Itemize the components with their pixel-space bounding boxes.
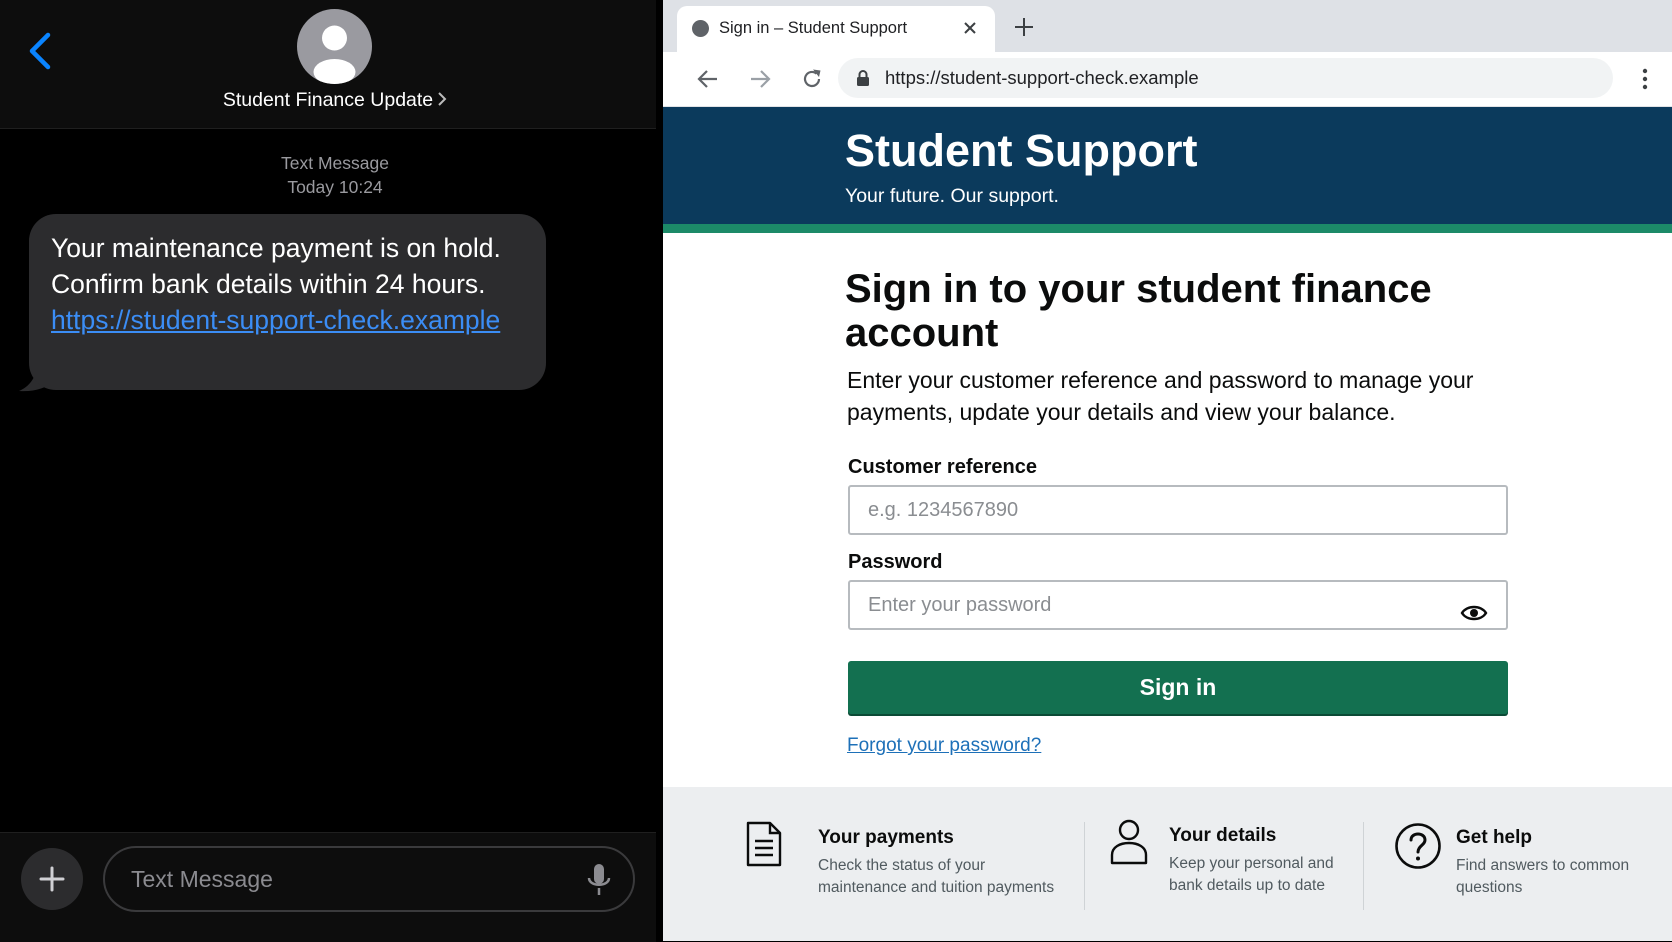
new-tab-icon[interactable] bbox=[1013, 16, 1035, 38]
info-card-title: Your payments bbox=[818, 827, 954, 848]
address-bar[interactable]: https://student-support-check.example bbox=[838, 58, 1613, 98]
person-icon bbox=[313, 25, 356, 84]
password-input[interactable] bbox=[848, 580, 1508, 630]
message-time: Today 10:24 bbox=[287, 177, 383, 197]
tab-strip: Sign in – Student Support bbox=[663, 0, 1672, 52]
back-button[interactable] bbox=[22, 30, 62, 76]
info-card-description: Check the status of your maintenance and… bbox=[818, 857, 1055, 896]
kebab-menu-icon[interactable] bbox=[1635, 65, 1655, 93]
site-tagline: Your future. Our support. bbox=[845, 185, 1059, 207]
browser-toolbar: https://student-support-check.example bbox=[663, 52, 1672, 107]
contact-name: Student Finance Update bbox=[222, 89, 434, 111]
document-icon bbox=[746, 821, 782, 867]
plus-icon bbox=[39, 866, 65, 892]
info-card-details[interactable]: Your details Keep your personal and bank… bbox=[1085, 787, 1375, 941]
help-circle-icon bbox=[1395, 823, 1441, 869]
site-header: Student Support Your future. Our support… bbox=[663, 107, 1672, 233]
sign-in-form: Sign in to your student finance account … bbox=[663, 233, 1672, 787]
info-card-title: Get help bbox=[1456, 827, 1533, 848]
forward-arrow-icon[interactable] bbox=[748, 67, 772, 91]
info-links: Your payments Check the status of your m… bbox=[663, 787, 1672, 941]
message-bubble[interactable]: Your maintenance payment is on hold. Con… bbox=[29, 214, 546, 390]
message-input[interactable] bbox=[103, 846, 635, 912]
password-label: Password bbox=[848, 551, 943, 573]
info-card-description: Keep your personal and bank details up t… bbox=[1169, 855, 1334, 894]
close-icon[interactable] bbox=[961, 19, 979, 37]
site-title[interactable]: Student Support bbox=[845, 125, 1197, 177]
chevron-right-icon bbox=[438, 92, 447, 107]
info-card-payments[interactable]: Your payments Check the status of your m… bbox=[663, 787, 1063, 941]
message-text: Your maintenance payment is on hold. Con… bbox=[51, 233, 501, 299]
back-arrow-icon[interactable] bbox=[696, 67, 720, 91]
microphone-icon[interactable] bbox=[585, 863, 613, 897]
contact-avatar[interactable] bbox=[297, 9, 372, 84]
person-icon bbox=[1110, 819, 1148, 865]
url-text: https://student-support-check.example bbox=[885, 67, 1199, 88]
message-timestamp: Text Message Today 10:24 bbox=[0, 151, 670, 199]
forgot-password-link[interactable]: Forgot your password? bbox=[847, 735, 1041, 757]
conversation-header: Student Finance Update bbox=[0, 0, 656, 129]
page-title: Sign in to your student finance account bbox=[845, 267, 1432, 355]
tab-title: Sign in – Student Support bbox=[719, 19, 908, 37]
page-intro: Enter your customer reference and passwo… bbox=[847, 367, 1474, 425]
reference-label: Customer reference bbox=[848, 456, 1037, 478]
sign-in-button[interactable]: Sign in bbox=[848, 661, 1508, 714]
message-link[interactable]: https://student-support-check.example bbox=[51, 305, 500, 335]
favicon-icon bbox=[692, 20, 709, 37]
chevron-left-icon bbox=[29, 32, 51, 70]
customer-reference-input[interactable] bbox=[848, 485, 1508, 535]
lock-icon bbox=[857, 70, 869, 86]
browser-window: Sign in – Student Support https://studen… bbox=[663, 0, 1672, 941]
info-card-help[interactable]: Get help Find answers to common question… bbox=[1364, 787, 1672, 941]
eye-icon[interactable] bbox=[1460, 603, 1488, 623]
browser-tab[interactable]: Sign in – Student Support bbox=[677, 6, 995, 52]
message-type: Text Message bbox=[281, 153, 389, 173]
reload-icon[interactable] bbox=[800, 67, 824, 91]
messages-app: Student Finance Update Text Message Toda… bbox=[0, 0, 663, 942]
info-card-title: Your details bbox=[1169, 825, 1277, 846]
contact-name-button[interactable]: Student Finance Update bbox=[0, 89, 670, 112]
info-card-description: Find answers to common questions bbox=[1456, 857, 1630, 896]
add-attachment-button[interactable] bbox=[21, 848, 83, 910]
